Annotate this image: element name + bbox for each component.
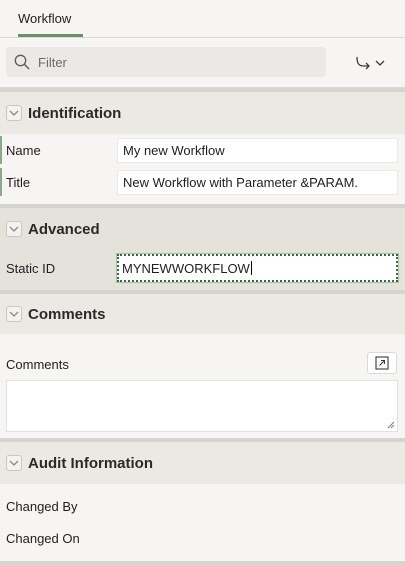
section-header-advanced[interactable]: Advanced (0, 208, 405, 250)
field-row-changed-by: Changed By (0, 490, 405, 522)
comments-textarea[interactable] (6, 380, 398, 432)
field-row-title: Title New Workflow with Parameter &PARAM… (0, 166, 405, 198)
field-label: Comments (6, 357, 69, 372)
search-icon (14, 54, 30, 70)
toolbar (0, 38, 405, 88)
static-id-input[interactable]: MYNEWWORKFLOW (116, 253, 399, 283)
field-label: Name (6, 142, 41, 158)
section-header-audit[interactable]: Audit Information (0, 442, 405, 484)
chevron-down-icon[interactable] (6, 455, 22, 471)
section-title: Identification (28, 104, 122, 122)
filter-input[interactable] (38, 54, 308, 70)
field-row-static-id: Static ID MYNEWWORKFLOW (0, 250, 405, 286)
field-row-changed-on: Changed On (0, 522, 405, 554)
chevron-down-icon[interactable] (6, 306, 22, 322)
section-title: Comments (28, 305, 106, 323)
resize-grip-icon[interactable] (387, 421, 395, 429)
advanced-body: Static ID MYNEWWORKFLOW (0, 250, 405, 290)
goto-arrow-icon (355, 56, 370, 70)
section-header-comments[interactable]: Comments (0, 294, 405, 334)
field-row-comments: Comments (0, 334, 405, 380)
expand-button[interactable] (367, 352, 397, 374)
chevron-down-icon[interactable] (6, 221, 22, 237)
goto-button[interactable] (348, 52, 390, 74)
section-header-identification[interactable]: Identification (0, 92, 405, 134)
tab-bar: Workflow (0, 0, 405, 38)
field-label: Changed By (6, 498, 78, 514)
text-cursor (250, 261, 252, 275)
field-label: Title (6, 174, 31, 190)
name-input[interactable]: My new Workflow (117, 137, 398, 163)
field-label: Static ID (6, 260, 56, 276)
filter-box[interactable] (6, 47, 326, 77)
title-input[interactable]: New Workflow with Parameter &PARAM. (117, 169, 398, 195)
section-title: Advanced (28, 220, 100, 238)
static-id-value: MYNEWWORKFLOW (122, 260, 250, 276)
chevron-down-icon (375, 60, 384, 66)
expand-icon (375, 356, 389, 370)
tab-workflow[interactable]: Workflow (6, 0, 84, 38)
section-divider (0, 561, 405, 565)
section-title: Audit Information (28, 454, 153, 472)
field-label: Changed On (6, 530, 80, 546)
chevron-down-icon[interactable] (6, 105, 22, 121)
field-row-name: Name My new Workflow (0, 134, 405, 166)
